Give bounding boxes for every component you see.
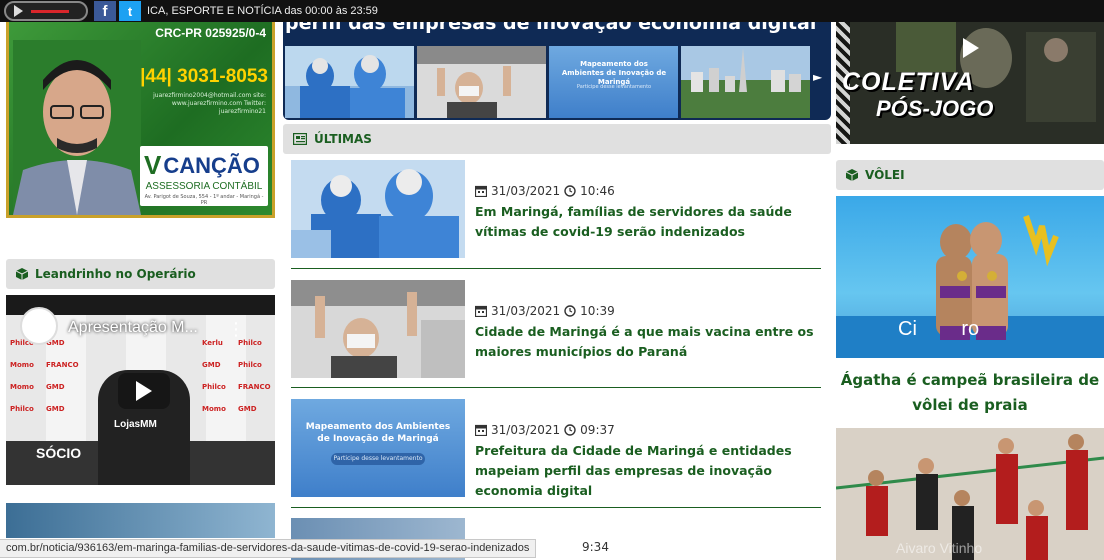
carousel-headline[interactable]: perfil das empresas de inovação economia…	[285, 22, 816, 34]
sponsor-logo: GMD	[202, 361, 221, 369]
news-thumbnail[interactable]	[291, 160, 465, 258]
play-icon	[963, 38, 979, 58]
clock-icon	[564, 424, 576, 436]
section-ultimas-title: ÚLTIMAS	[314, 132, 372, 146]
radio-ticker: ICA, ESPORTE E NOTÍCIA das 00:00 às 23:5…	[147, 5, 378, 17]
ad-person-photo	[13, 40, 141, 215]
video-title[interactable]: Apresentação M...	[68, 319, 198, 337]
coletiva-video[interactable]: COLETIVA PÓS-JOGO	[836, 22, 1104, 144]
news-date: 31/03/2021	[491, 423, 561, 437]
video-sponsor-text: LojasMM	[114, 419, 157, 430]
video-overlay-line2: PÓS-JOGO	[876, 96, 994, 121]
ad-crc: CRC-PR 025925/0-4	[155, 26, 266, 40]
sponsor-logo: GMD	[46, 383, 65, 391]
news-time: 09:37	[580, 423, 615, 437]
city-image	[681, 46, 810, 118]
radio-player[interactable]	[4, 1, 88, 21]
left-bottom-image[interactable]	[6, 503, 275, 538]
news-divider	[291, 507, 821, 508]
section-volei: VÔLEI	[836, 160, 1104, 190]
sponsor-logo: Philco	[10, 405, 34, 413]
sponsor-logo: Kerlu	[202, 339, 223, 347]
news-thumbnail-title: Mapeamento dos Ambientes de Inovação de …	[305, 422, 451, 444]
ad-logo-sub: ASSESSORIA CONTÁBIL	[145, 181, 263, 192]
newspaper-icon	[293, 133, 307, 145]
sponsor-logo: Philco	[238, 339, 262, 347]
hospital-image	[285, 46, 414, 118]
news-divider	[291, 268, 821, 269]
volume-bar[interactable]	[31, 9, 69, 13]
news-thumbnail[interactable]	[291, 280, 465, 378]
sponsor-logo: Philco	[238, 361, 262, 369]
carousel-thumb-city[interactable]	[681, 46, 810, 118]
section-ultimas: ÚLTIMAS	[283, 124, 831, 154]
accounting-ad[interactable]: CRC-PR 025925/0-4 |44| 3031-8053 juarezf…	[6, 22, 275, 218]
section-leandrinho-title: Leandrinho no Operário	[35, 267, 196, 281]
facebook-icon[interactable]: f	[94, 1, 116, 21]
news-date: 31/03/2021	[491, 304, 561, 318]
ad-logo-name: CANÇÃO	[163, 152, 260, 178]
news-item[interactable]: 31/03/2021 10:39 Cidade de Maringá é a q…	[291, 280, 821, 380]
play-button[interactable]	[118, 373, 170, 409]
sponsor-logo: FRANCO	[238, 383, 271, 391]
featured-carousel[interactable]: perfil das empresas de inovação economia…	[283, 22, 831, 120]
calendar-icon	[475, 305, 487, 317]
play-button[interactable]	[954, 34, 988, 62]
video-overlay-line1: COLETIVA	[842, 68, 975, 96]
carousel-thumb-mapeamento-title: Mapeamento dos Ambientes de Inovação de …	[561, 60, 667, 86]
volei-photo-text: Ci ro	[898, 318, 980, 340]
news-date: 31/03/2021	[491, 184, 561, 198]
clock-icon	[564, 185, 576, 197]
news-thumbnail-sub: Participe desse levantamento	[331, 453, 425, 465]
calendar-icon	[475, 424, 487, 436]
sponsor-logo: GMD	[238, 405, 257, 413]
ad-phone: |44| 3031-8053	[140, 66, 268, 87]
video-socio-text: SÓCIO	[36, 445, 82, 461]
vaccine-image	[417, 46, 546, 118]
news-headline[interactable]: Em Maringá, famílias de servidores da sa…	[475, 202, 825, 242]
carousel-thumb-mapeamento[interactable]: Mapeamento dos Ambientes de Inovação de …	[549, 46, 678, 118]
sponsor-logo: Philco	[202, 383, 226, 391]
section-leandrinho: Leandrinho no Operário	[6, 259, 275, 289]
ad-contacts: juarezfirmino2004@hotmail.com site: www.…	[153, 92, 266, 115]
sponsor-logo: Momo	[10, 383, 34, 391]
photo-caption: Aivaro Vitinho	[896, 540, 983, 556]
more-options-icon[interactable]: ⋮	[227, 319, 245, 340]
news-headline[interactable]: Prefeitura da Cidade de Maringá e entida…	[475, 441, 825, 501]
ad-logo: V CANÇÃO ASSESSORIA CONTÁBIL Av. Parigot…	[140, 146, 268, 206]
ad-logo-address: Av. Parigot de Souza, 554 - 1º andar - M…	[144, 194, 264, 206]
sponsor-logo: Momo	[10, 361, 34, 369]
news-divider	[291, 387, 821, 388]
carousel-thumb-vaccine[interactable]	[417, 46, 546, 118]
channel-avatar[interactable]	[20, 307, 58, 345]
top-bar: f t ICA, ESPORTE E NOTÍCIA das 00:00 às …	[0, 0, 1104, 22]
clock-icon	[564, 305, 576, 317]
sponsor-logo: FRANCO	[46, 361, 79, 369]
sponsor-logo: GMD	[46, 405, 65, 413]
carousel-thumb-hospital[interactable]	[285, 46, 414, 118]
play-icon	[136, 381, 152, 401]
volei-news-image[interactable]: Ci ro	[836, 196, 1104, 358]
youtube-video-player[interactable]: Philco GMD Kerlu Philco Momo FRANCO GMD Philco M…	[6, 295, 275, 485]
play-icon[interactable]	[14, 5, 23, 17]
news-thumbnail[interactable]: Mapeamento dos Ambientes de Inovação de …	[291, 399, 465, 497]
cube-icon	[846, 169, 858, 181]
news-headline[interactable]: Cidade de Maringá é a que mais vacina en…	[475, 322, 825, 362]
volei-second-image[interactable]: Aivaro Vitinho	[836, 428, 1104, 560]
carousel-next-icon[interactable]: ►	[813, 70, 827, 90]
volei-headline[interactable]: Ágatha é campeã brasileira de vôlei de p…	[836, 368, 1104, 418]
news-time: 10:39	[580, 304, 615, 318]
section-volei-title: VÔLEI	[865, 168, 905, 182]
news-item[interactable]: Mapeamento dos Ambientes de Inovação de …	[291, 399, 821, 499]
news-time-partial: 9:34	[582, 540, 609, 554]
browser-status-url: com.br/noticia/936163/em-maringa-familia…	[0, 539, 537, 558]
carousel-thumb-mapeamento-sub: Participe desse levantamento	[576, 84, 652, 90]
sponsor-logo: Momo	[202, 405, 226, 413]
cube-icon	[16, 268, 28, 280]
twitter-icon[interactable]: t	[119, 1, 141, 21]
calendar-icon	[475, 185, 487, 197]
news-time: 10:46	[580, 184, 615, 198]
ad-logo-mark: V	[144, 150, 162, 180]
news-item[interactable]: 31/03/2021 10:46 Em Maringá, famílias de…	[291, 160, 821, 260]
